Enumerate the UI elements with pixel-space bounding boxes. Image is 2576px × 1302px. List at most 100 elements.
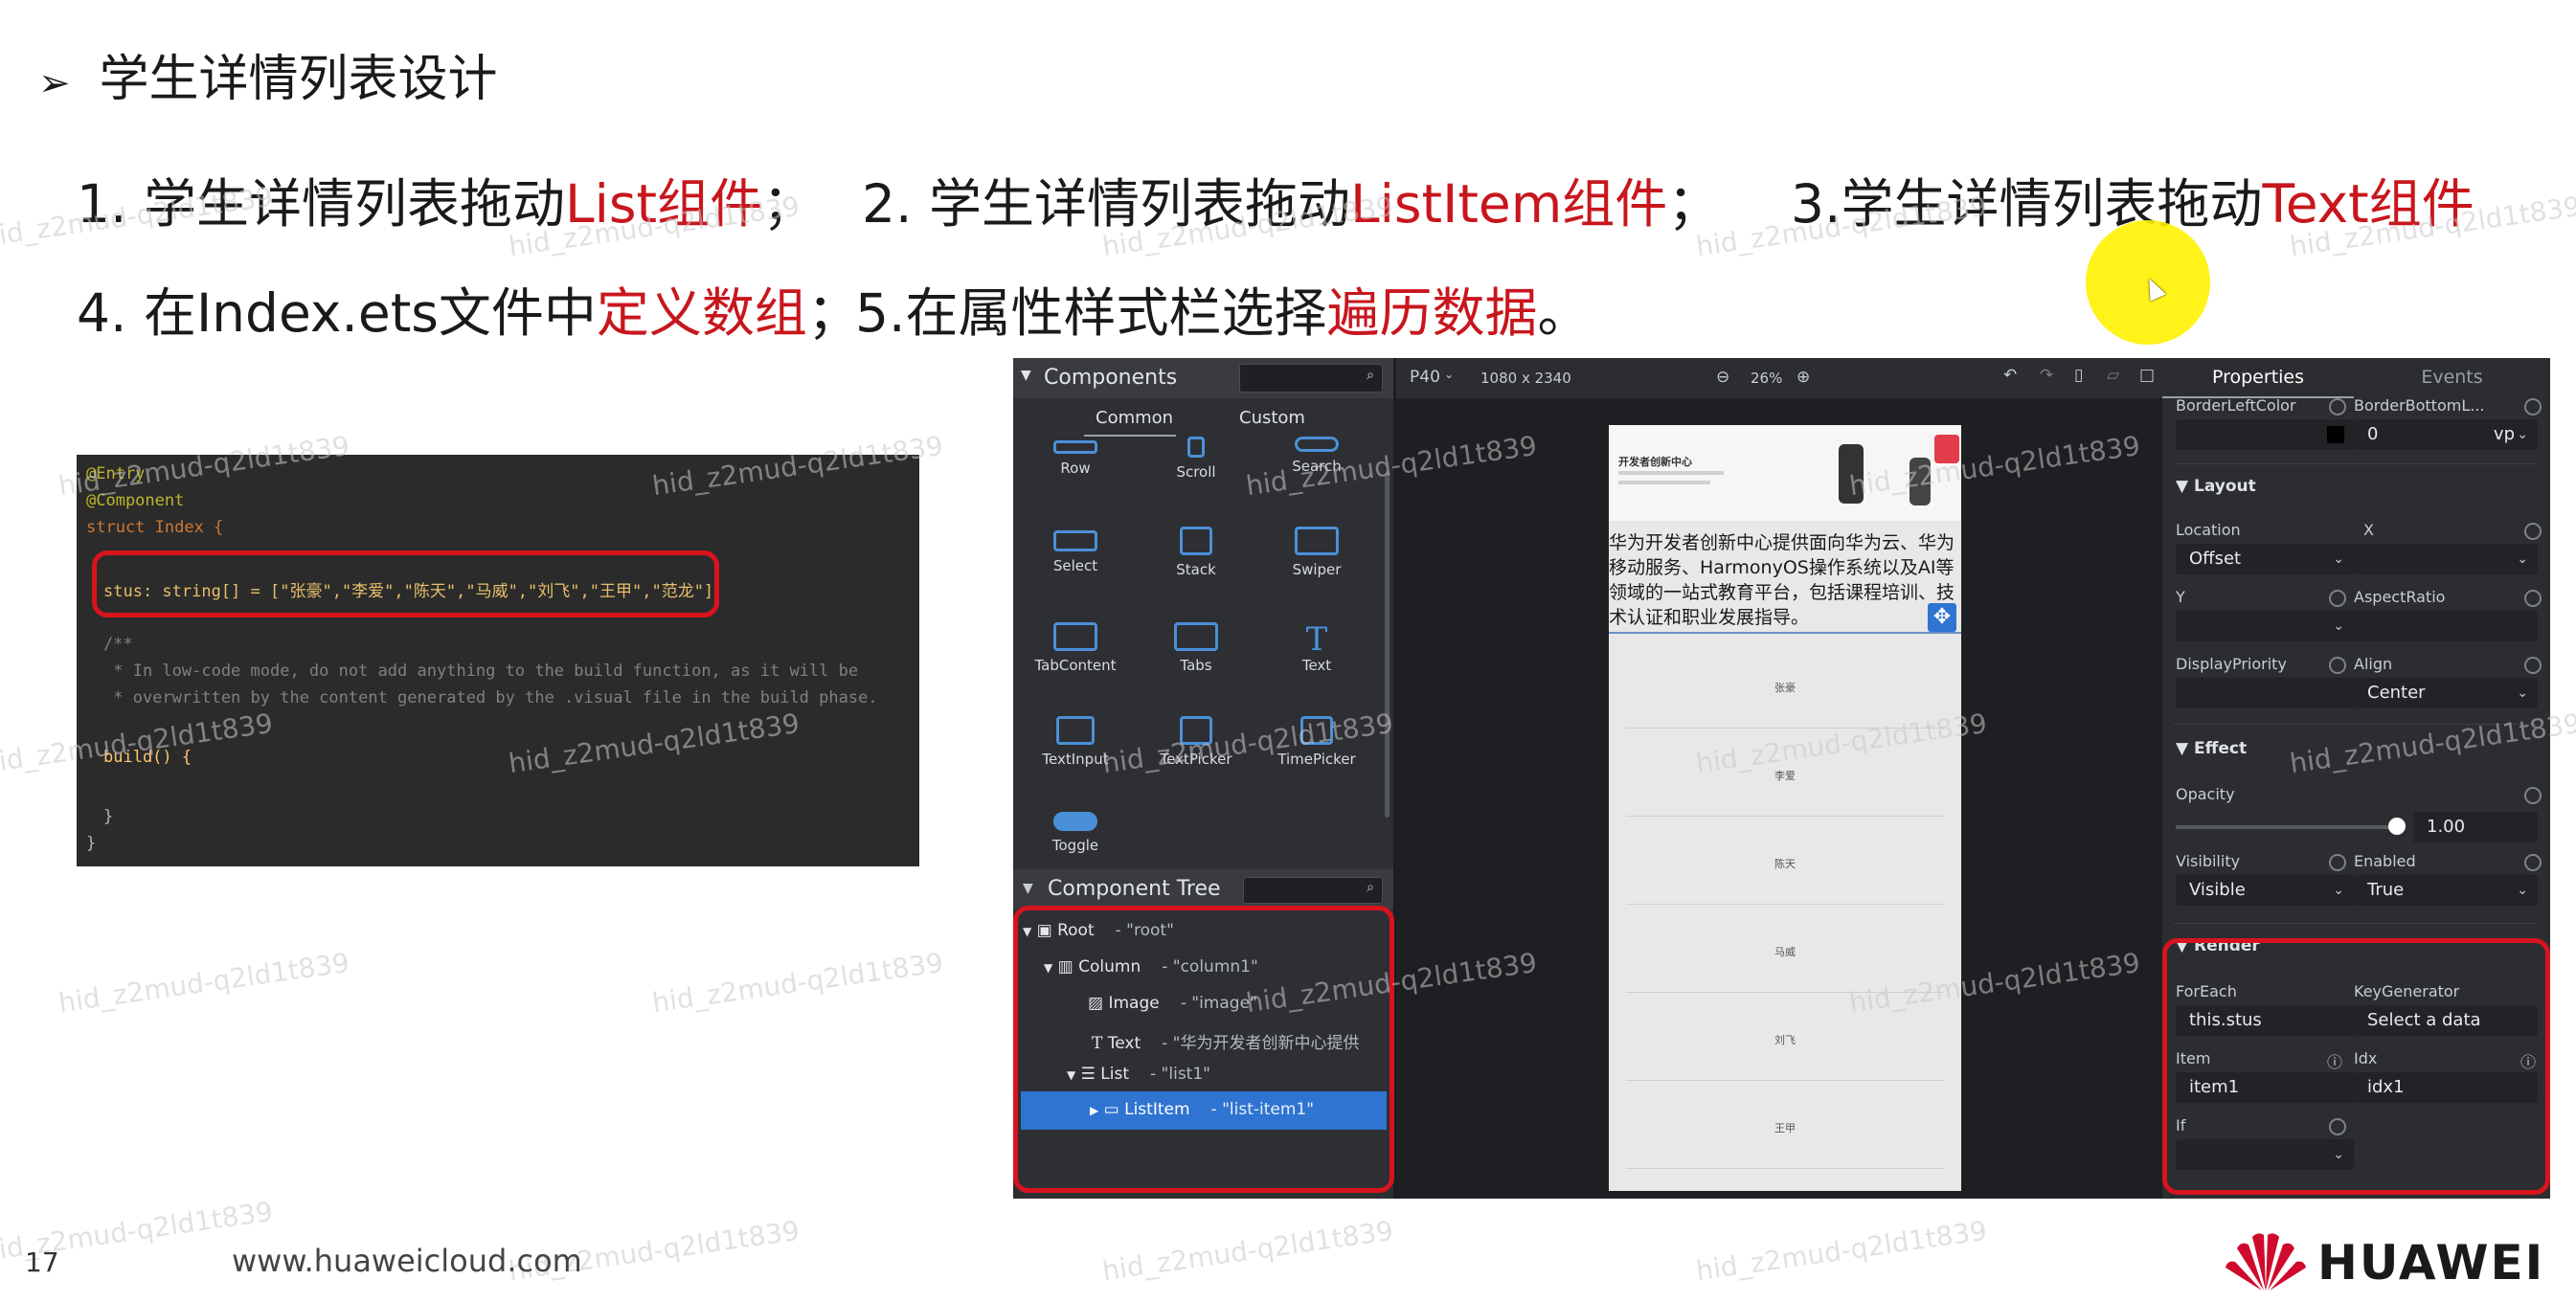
components-title: Components	[1044, 366, 1178, 390]
device-selector[interactable]: P40	[1410, 368, 1440, 387]
tab-properties[interactable]: Properties	[2162, 358, 2354, 398]
link-icon[interactable]	[2329, 590, 2346, 607]
border-bottom-field[interactable]: 0 vp ⌄	[2354, 419, 2538, 450]
divider	[2174, 923, 2538, 924]
components-header: ▼ Components ⌕	[1013, 358, 1393, 398]
component-text[interactable]: T Text	[1264, 622, 1369, 674]
align-select[interactable]: Center ⌄	[2354, 678, 2538, 708]
border-left-color-label: BorderLeftColor	[2176, 396, 2296, 415]
code-editor: @Entry @Component struct Index { stus: s…	[77, 455, 919, 866]
ide-window: ▼ Components ⌕ Common Custom Row Scroll …	[1013, 358, 2550, 1199]
link-icon[interactable]	[2524, 398, 2542, 415]
chevron-down-icon: ⌄	[2517, 551, 2528, 567]
opacity-slider-handle[interactable]	[2388, 818, 2406, 835]
tab-custom[interactable]: Custom	[1239, 408, 1305, 428]
person-figure	[1839, 444, 1864, 504]
link-icon[interactable]	[2329, 657, 2346, 674]
code-line: * overwritten by the content generated b…	[103, 688, 878, 707]
link-icon[interactable]	[2524, 657, 2542, 674]
section-effect[interactable]: ▼ Effect	[2176, 739, 2247, 758]
aspect-ratio-label: AspectRatio	[2354, 588, 2446, 606]
component-toggle[interactable]: Toggle	[1023, 812, 1128, 854]
components-search-input[interactable]: ⌕	[1239, 364, 1383, 393]
link-icon[interactable]	[2524, 590, 2542, 607]
list-item[interactable]: 刘飞	[1609, 1032, 1961, 1047]
zoom-out-icon[interactable]: ⊖	[1716, 368, 1729, 387]
redo-icon[interactable]: ↷	[2040, 366, 2053, 385]
banner-text-placeholder	[1618, 471, 1724, 475]
list-divider	[1626, 1168, 1944, 1169]
component-textinput[interactable]: TextInput	[1023, 716, 1128, 768]
color-swatch[interactable]	[2327, 426, 2344, 443]
opacity-slider-track[interactable]	[2176, 825, 2396, 829]
step-5: 5.在属性样式栏选择遍历数据。	[855, 282, 1591, 344]
rotate-icon[interactable]: ▱	[2107, 366, 2119, 385]
component-tabcontent[interactable]: TabContent	[1023, 622, 1128, 674]
location-select[interactable]: Offset ⌄	[2176, 544, 2354, 574]
banner-image: 开发者创新中心	[1609, 425, 1961, 521]
component-tabs[interactable]: Tabs	[1143, 622, 1249, 674]
border-left-color-field[interactable]	[2176, 419, 2354, 450]
components-scrollbar[interactable]	[1385, 473, 1390, 818]
move-handle-icon[interactable]: ✥	[1928, 603, 1956, 632]
list-item[interactable]: 马威	[1609, 944, 1961, 959]
list-item[interactable]: 王甲	[1609, 1120, 1961, 1135]
row-icon	[1053, 440, 1097, 454]
section-layout[interactable]: ▼ Layout	[2176, 477, 2256, 496]
list-divider	[1626, 728, 1944, 729]
component-search[interactable]: Search	[1264, 437, 1369, 475]
search-component-icon	[1295, 437, 1339, 452]
component-stack[interactable]: Stack	[1143, 527, 1249, 578]
x-field[interactable]: ⌄	[2354, 544, 2538, 574]
list-item[interactable]: 张豪	[1609, 680, 1961, 695]
watermark: hid_z2mud-q2ld1t839	[1100, 1214, 1395, 1288]
text-component-icon: T	[1305, 620, 1328, 659]
code-line: @Entry	[86, 464, 146, 483]
divider	[2174, 724, 2538, 725]
component-textpicker[interactable]: TextPicker	[1143, 716, 1249, 768]
frame-icon[interactable]: □	[2139, 366, 2155, 385]
code-line: @Component	[86, 491, 185, 510]
red-decoration	[1934, 435, 1959, 463]
collapse-triangle-icon[interactable]: ▼	[1021, 368, 1031, 383]
y-label: Y	[2176, 588, 2185, 606]
aspect-ratio-field[interactable]	[2354, 611, 2538, 641]
link-icon[interactable]	[2329, 398, 2346, 415]
opacity-value-field[interactable]: 1.00	[2413, 812, 2538, 842]
tab-common[interactable]: Common	[1096, 408, 1173, 428]
component-select[interactable]: Select	[1023, 530, 1128, 574]
huawei-logo	[2224, 1227, 2308, 1296]
link-icon[interactable]	[2524, 787, 2542, 804]
render-highlight-box	[2162, 938, 2550, 1195]
zoom-in-icon[interactable]: ⊕	[1796, 368, 1810, 387]
chevron-down-icon: ⌄	[2333, 883, 2344, 898]
collapse-triangle-icon[interactable]: ▼	[1023, 881, 1033, 896]
banner-title: 开发者创新中心	[1618, 456, 1692, 468]
component-scroll[interactable]: Scroll	[1143, 437, 1249, 481]
link-icon[interactable]	[2524, 854, 2542, 871]
chevron-down-icon[interactable]: ⌄	[1444, 368, 1454, 381]
components-tabs: Common Custom	[1013, 398, 1393, 437]
code-line: build() {	[103, 748, 192, 767]
footer-url[interactable]: www.huaweicloud.com	[232, 1243, 582, 1279]
slide-title-text: 学生详情列表设计	[99, 51, 498, 108]
component-timepicker[interactable]: TimePicker	[1264, 716, 1369, 768]
y-field[interactable]: ⌄	[2176, 611, 2354, 641]
tree-search-input[interactable]: ⌕	[1243, 877, 1383, 904]
device-orientation-icon[interactable]: ▯	[2074, 366, 2083, 385]
tab-events[interactable]: Events	[2354, 358, 2550, 396]
align-label: Align	[2354, 655, 2393, 673]
list-item[interactable]: 陈天	[1609, 856, 1961, 871]
link-icon[interactable]	[2524, 523, 2542, 540]
list-item[interactable]: 李爱	[1609, 768, 1961, 783]
visibility-select[interactable]: Visible ⌄	[2176, 875, 2354, 906]
tree-highlight-box	[1013, 906, 1394, 1193]
enabled-select[interactable]: True ⌄	[2354, 875, 2538, 906]
display-priority-field[interactable]	[2176, 678, 2354, 708]
undo-icon[interactable]: ↶	[2003, 366, 2017, 385]
component-swiper[interactable]: Swiper	[1264, 527, 1369, 578]
component-row[interactable]: Row	[1023, 440, 1128, 477]
select-icon	[1053, 530, 1097, 551]
tabs-icon	[1174, 622, 1218, 651]
link-icon[interactable]	[2329, 854, 2346, 871]
